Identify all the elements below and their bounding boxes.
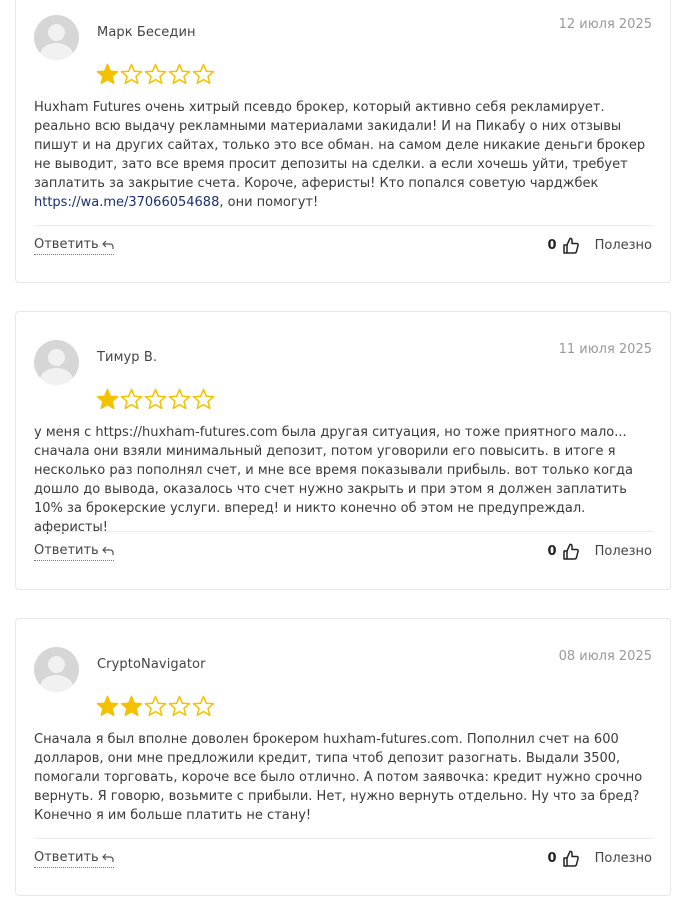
reply-button[interactable]: Ответить: [34, 850, 114, 868]
useful-label: Полезно: [594, 851, 652, 866]
review-text: Huxham Futures очень хитрый псевдо броке…: [34, 100, 646, 210]
reply-arrow-icon: [101, 853, 114, 862]
review-card: Марк Беседин 12 июля 2025 Huxham Futures…: [15, 0, 671, 283]
star-empty-icon: [192, 695, 215, 717]
star-empty-icon: [192, 63, 215, 85]
star-rating: [96, 388, 215, 410]
review-card: Тимур В. 11 июля 2025 у меня с https://h…: [15, 311, 671, 590]
likes-area: 0 Полезно: [548, 543, 652, 560]
star-empty-icon: [168, 388, 191, 410]
reply-button[interactable]: Ответить: [34, 543, 114, 561]
star-filled-icon: [96, 388, 119, 410]
user-placeholder-icon: [34, 15, 79, 60]
star-filled-icon: [96, 63, 119, 85]
review-card: CryptoNavigator 08 июля 2025 Сначала я б…: [15, 618, 671, 896]
like-count: 0: [547, 544, 557, 559]
review-text: Сначала я был вполне доволен брокером hu…: [34, 732, 643, 823]
star-empty-icon: [168, 63, 191, 85]
star-rating: [96, 63, 215, 85]
star-rating: [96, 695, 215, 717]
star-empty-icon: [192, 388, 215, 410]
thumbs-up-icon[interactable]: [562, 543, 579, 560]
reply-arrow-icon: [101, 240, 114, 249]
review-date: 08 июля 2025: [558, 649, 652, 664]
review-author: Тимур В.: [97, 350, 158, 365]
divider: [34, 838, 654, 839]
star-empty-icon: [168, 695, 191, 717]
user-placeholder-icon: [34, 340, 79, 385]
divider: [34, 225, 654, 226]
review-author: CryptoNavigator: [97, 657, 206, 672]
review-date: 11 июля 2025: [558, 342, 652, 357]
star-empty-icon: [144, 63, 167, 85]
review-author: Марк Беседин: [97, 25, 196, 40]
star-filled-icon: [96, 695, 119, 717]
likes-area: 0 Полезно: [548, 237, 652, 254]
star-empty-icon: [120, 63, 143, 85]
useful-label: Полезно: [594, 544, 652, 559]
useful-label: Полезно: [594, 238, 652, 253]
user-placeholder-icon: [34, 647, 79, 692]
whatsapp-link[interactable]: https://wa.me/37066054688: [34, 195, 219, 210]
review-text: у меня с https://huxham-futures.com была…: [34, 425, 633, 535]
review-date: 12 июля 2025: [558, 17, 652, 32]
thumbs-up-icon[interactable]: [562, 237, 579, 254]
star-filled-icon: [120, 695, 143, 717]
star-empty-icon: [144, 388, 167, 410]
star-empty-icon: [144, 695, 167, 717]
like-count: 0: [547, 851, 557, 866]
likes-area: 0 Полезно: [548, 850, 652, 867]
thumbs-up-icon[interactable]: [562, 850, 579, 867]
divider: [34, 531, 654, 532]
like-count: 0: [547, 238, 557, 253]
reply-button[interactable]: Ответить: [34, 237, 114, 255]
reply-arrow-icon: [101, 546, 114, 555]
star-empty-icon: [120, 388, 143, 410]
